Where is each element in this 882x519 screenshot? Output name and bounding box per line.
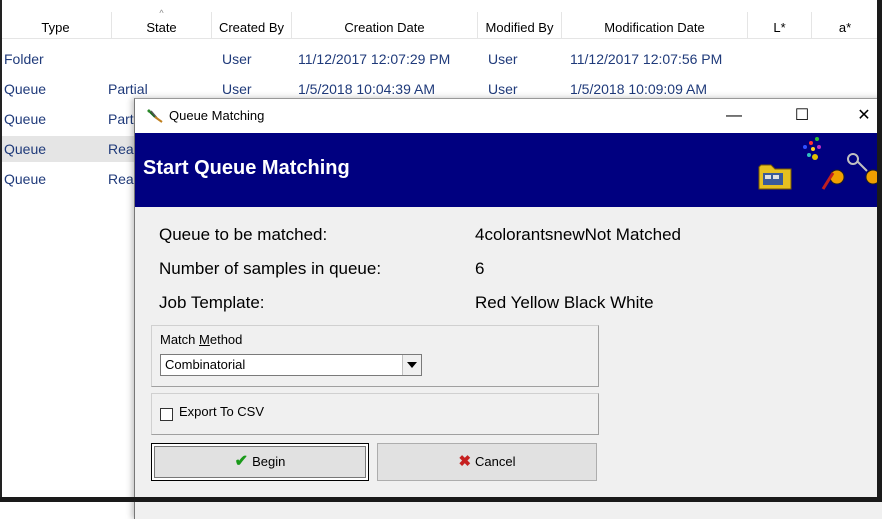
column-header-created-by[interactable]: Created By [212, 12, 292, 38]
job-template-value: Red Yellow Black White [475, 293, 654, 312]
cancel-button[interactable]: ✖ Cancel [377, 443, 597, 481]
banner-title: Start Queue Matching [143, 157, 350, 179]
match-method-group: Match Method Combinatorial [151, 325, 599, 387]
column-header-l-star[interactable]: L* [748, 12, 812, 38]
column-header-modification-date[interactable]: Modification Date [562, 12, 748, 38]
app-icon [147, 109, 163, 123]
cancel-label: Cancel [475, 454, 516, 469]
cell-state: Rea [108, 141, 134, 157]
cell-state: Rea [108, 171, 134, 187]
queue-to-match-value: 4colorantsnewNot Matched [475, 225, 682, 244]
column-header-state-label: State [146, 20, 177, 35]
cell-state: Part [108, 111, 134, 127]
match-method-label-post: ethod [209, 332, 243, 347]
dropdown-arrow-icon[interactable] [402, 355, 421, 375]
minimize-button[interactable]: — [711, 99, 757, 133]
maximize-button[interactable]: ☐ [779, 99, 825, 133]
begin-button[interactable]: ✔ Begin [151, 443, 369, 481]
match-method-label-accesskey: M [199, 332, 210, 347]
column-header-modified-by[interactable]: Modified By [478, 12, 562, 38]
job-template-label: Job Template: [159, 293, 265, 312]
cell-type: Queue [4, 141, 47, 157]
sample-count-value: 6 [475, 259, 485, 278]
window-frame-left [0, 0, 2, 502]
checkmark-icon: ✔ [234, 453, 249, 470]
export-group: Export To CSV [151, 393, 599, 435]
cell-modification-date: 11/12/2017 12:07:56 PM [570, 51, 723, 67]
window-frame-right [877, 0, 882, 502]
cancel-x-icon: ✖ [458, 453, 472, 470]
cell-type: Queue [4, 111, 47, 127]
begin-label: Begin [252, 454, 286, 469]
sort-ascending-icon: ^ [159, 8, 164, 18]
list-header: Type ^ State Created By Creation Date Mo… [0, 8, 882, 39]
export-csv-label[interactable]: Export To CSV [179, 404, 264, 419]
queue-to-match-label: Queue to be matched: [159, 225, 328, 244]
match-method-label-pre: Match [160, 332, 200, 347]
sample-count-label: Number of samples in queue: [159, 259, 382, 278]
column-header-state[interactable]: ^ State [112, 8, 212, 38]
dialog-titlebar[interactable]: Queue Matching — ☐ ✕ [135, 99, 882, 133]
close-button[interactable]: ✕ [841, 99, 882, 133]
column-header-creation-date[interactable]: Creation Date [292, 12, 478, 38]
match-method-select[interactable]: Combinatorial [160, 354, 422, 376]
column-header-type[interactable]: Type [0, 12, 112, 38]
column-header-a-star[interactable]: a* [812, 12, 878, 38]
cell-type: Folder [4, 51, 44, 67]
table-row[interactable]: Folder User 11/12/2017 12:07:29 PM User … [0, 46, 882, 72]
cell-type: Queue [4, 81, 47, 97]
export-csv-checkbox[interactable] [160, 408, 173, 421]
cell-type: Queue [4, 171, 47, 187]
dialog-title: Queue Matching [169, 108, 265, 123]
queue-matching-art-icon [758, 137, 881, 190]
queue-matching-dialog: Queue Matching — ☐ ✕ Start Queue Matchin… [134, 98, 882, 519]
match-method-value: Combinatorial [165, 357, 246, 372]
window-frame-bottom [0, 497, 882, 502]
cell-created-by: User [222, 51, 252, 67]
cell-creation-date: 11/12/2017 12:07:29 PM [298, 51, 451, 67]
cell-modified-by: User [488, 51, 518, 67]
dialog-banner: Start Queue Matching [135, 133, 882, 207]
match-method-label: Match Method [160, 332, 242, 347]
